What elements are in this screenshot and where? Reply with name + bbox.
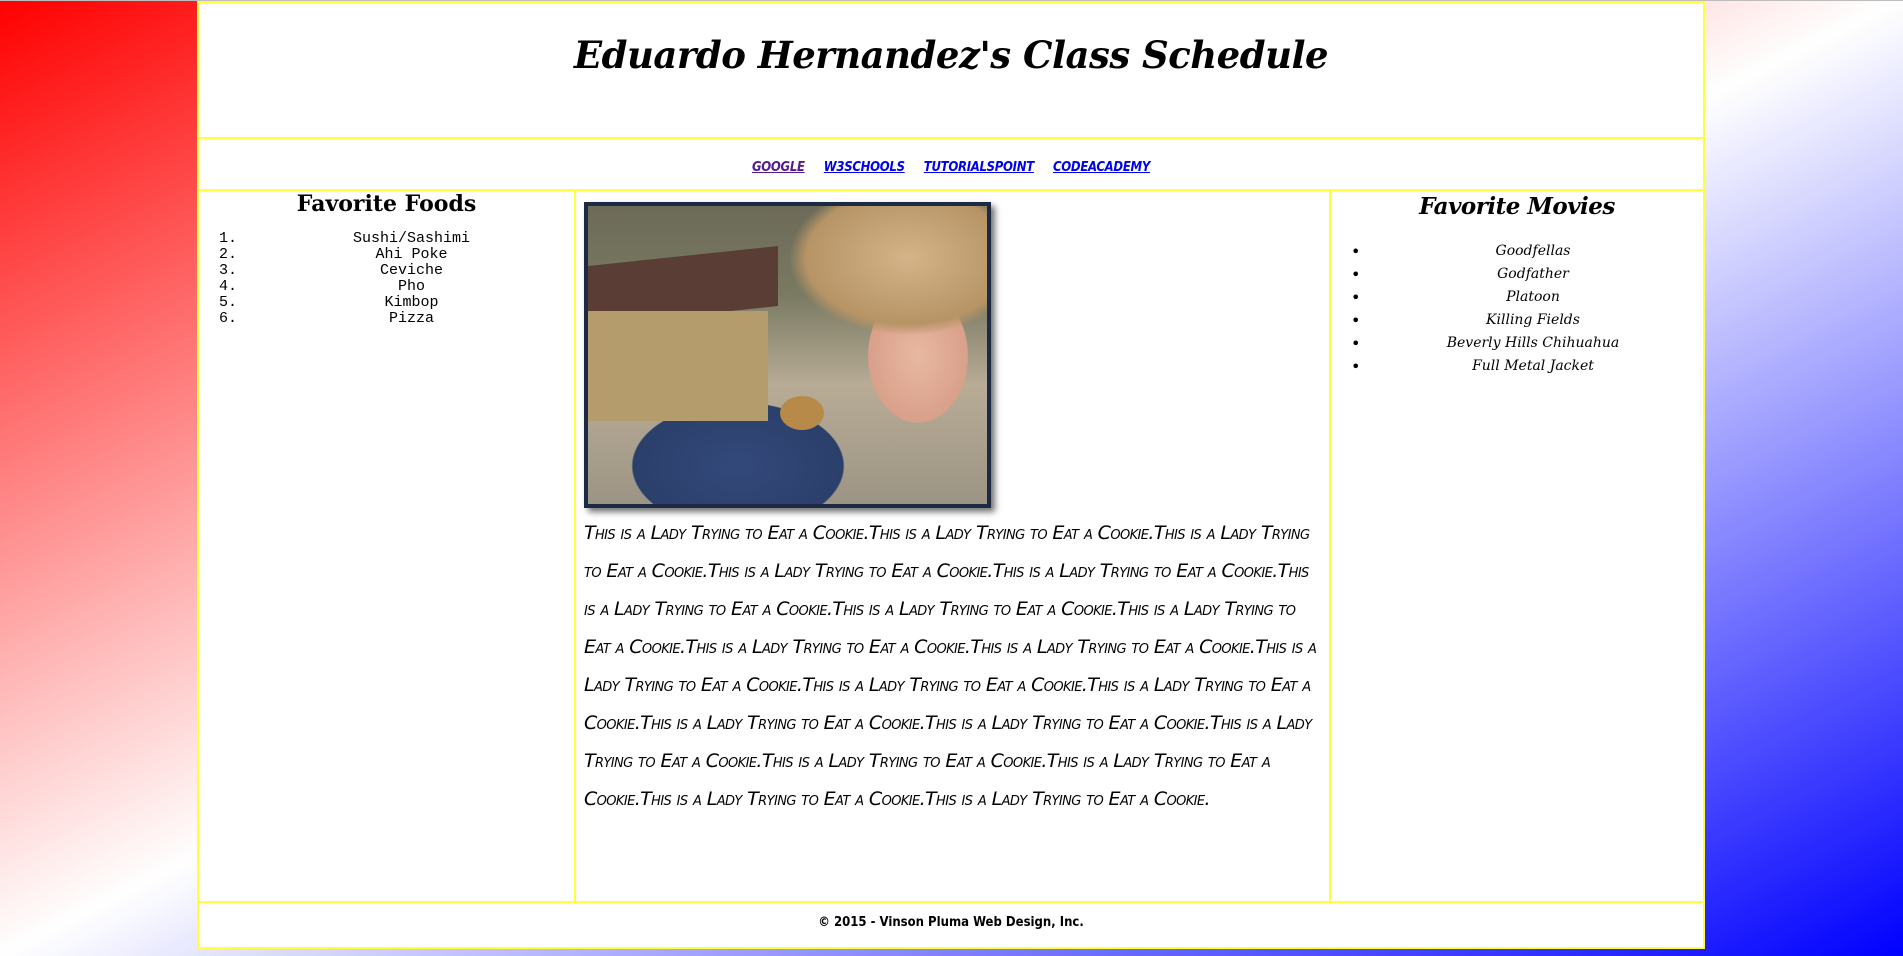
favorite-foods-list: 1. Sushi/Sashimi 2. Ahi Poke 3. Ceviche 4. P… <box>199 231 574 327</box>
list-item: 5. Kimbop <box>219 294 439 311</box>
bullet-icon: • <box>1351 265 1361 284</box>
photo-cookie <box>780 396 824 430</box>
list-item: • Platoon <box>1351 288 1560 307</box>
nav-link-google[interactable]: Google <box>752 160 805 175</box>
list-item: 1. Sushi/Sashimi <box>219 230 471 247</box>
photo-hair <box>788 206 987 336</box>
favorite-foods-heading: Favorite Foods <box>296 191 477 217</box>
page-title: Eduardo Hernandez's Class Schedule <box>573 33 1329 77</box>
copyright-text: © 2015 - Vinson Pluma Web Design, Inc. <box>818 915 1084 930</box>
list-item: 6. Pizza <box>219 310 434 327</box>
list-item: • Godfather <box>1351 265 1569 284</box>
nav-link-tutorialspoint[interactable]: TutorialsPoint <box>924 160 1034 175</box>
page-footer: © 2015 - Vinson Pluma Web Design, Inc. <box>199 901 1703 947</box>
list-item: • Killing Fields <box>1351 311 1580 330</box>
nav-link-codeacademy[interactable]: CodeAcademy <box>1053 160 1150 175</box>
list-item: • Goodfellas <box>1351 242 1571 261</box>
list-item: 2. Ahi Poke <box>219 246 448 263</box>
favorite-movies-column: Favorite Movies • Goodfellas • Godfather •… <box>1331 191 1703 901</box>
photo-house <box>588 311 768 421</box>
cookie-photo <box>584 202 991 508</box>
list-item: • Full Metal Jacket <box>1351 357 1594 376</box>
favorite-foods-column: Favorite Foods 1. Sushi/Sashimi 2. Ahi Pok… <box>199 191 576 901</box>
favorite-movies-heading: Favorite Movies <box>1419 193 1615 220</box>
list-item: 4. Pho <box>219 278 425 295</box>
bullet-icon: • <box>1351 334 1361 353</box>
main-content-column: This is a Lady Trying to Eat a Cookie.Th… <box>576 191 1331 901</box>
favorite-movies-list: • Goodfellas • Godfather • Platoon • Killing… <box>1331 240 1703 378</box>
page-container: Eduardo Hernandez's Class Schedule Googl… <box>197 1 1705 949</box>
nav-link-w3schools[interactable]: W3Schools <box>824 160 905 175</box>
page-header: Eduardo Hernandez's Class Schedule <box>199 3 1703 139</box>
nav-bar: Google W3Schools TutorialsPoint CodeAcad… <box>199 139 1703 191</box>
list-item: • Beverly Hills Chihuahua <box>1351 334 1620 353</box>
bullet-icon: • <box>1351 242 1361 261</box>
list-item: 3. Ceviche <box>219 262 443 279</box>
bullet-icon: • <box>1351 311 1361 330</box>
bullet-icon: • <box>1351 357 1361 376</box>
bullet-icon: • <box>1351 288 1361 307</box>
story-text: This is a Lady Trying to Eat a Cookie.Th… <box>584 522 1317 810</box>
